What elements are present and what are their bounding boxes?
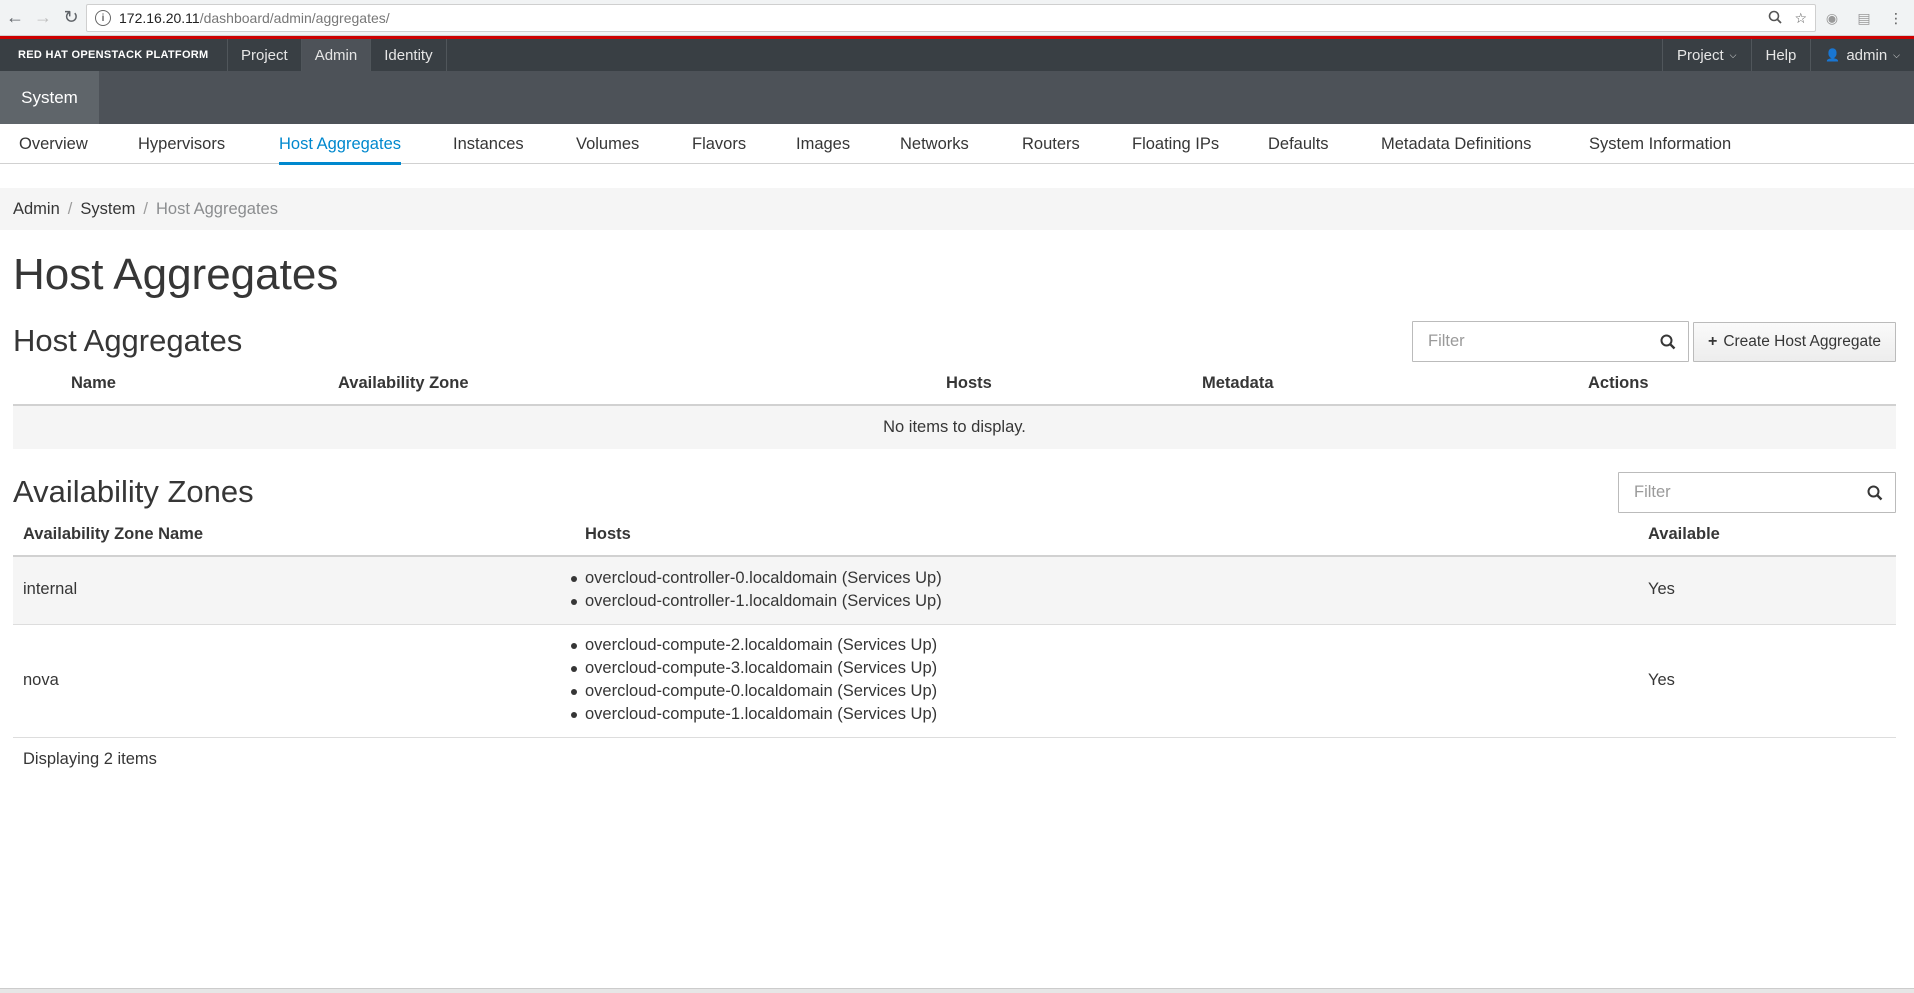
breadcrumb-system[interactable]: System: [80, 200, 135, 219]
tab-hypervisors[interactable]: Hypervisors: [138, 124, 225, 164]
tab-instances[interactable]: Instances: [453, 124, 524, 164]
brand-logo[interactable]: RED HAT OPENSTACK PLATFORM: [0, 39, 228, 71]
tab-bar: Overview Hypervisors Host Aggregates Ins…: [0, 124, 1914, 165]
tab-metadata-definitions[interactable]: Metadata Definitions: [1381, 124, 1531, 164]
extension-icon[interactable]: ▤: [1854, 8, 1874, 28]
tab-defaults[interactable]: Defaults: [1268, 124, 1329, 164]
zone-name: nova: [23, 671, 59, 689]
table-row: internal overcloud-controller-0.localdom…: [13, 557, 1896, 625]
site-info-icon[interactable]: i: [95, 10, 111, 26]
list-item: overcloud-compute-1.localdomain (Service…: [570, 703, 937, 726]
empty-table-message: No items to display.: [13, 406, 1896, 449]
column-header-hosts[interactable]: Hosts: [585, 525, 631, 544]
plus-icon: +: [1707, 333, 1718, 350]
bookmark-star-icon[interactable]: ☆: [1794, 10, 1807, 27]
column-header-zone-name[interactable]: Availability Zone Name: [23, 525, 203, 544]
reload-icon[interactable]: ↻: [58, 5, 84, 31]
column-header-actions: Actions: [1588, 374, 1649, 392]
breadcrumb-current: Host Aggregates: [155, 199, 278, 218]
aggregates-section-title: Host Aggregates: [13, 323, 243, 358]
topnav-project[interactable]: Project: [228, 39, 302, 71]
list-item: overcloud-compute-0.localdomain (Service…: [570, 680, 937, 703]
address-bar[interactable]: i 172.16.20.11 /dashboard/admin/aggregat…: [86, 4, 1816, 32]
column-header-available[interactable]: Available: [1648, 525, 1720, 544]
forward-arrow-icon[interactable]: →: [30, 5, 56, 31]
list-item: overcloud-controller-0.localdomain (Serv…: [571, 567, 942, 590]
aggregates-filter-input[interactable]: [1413, 322, 1648, 361]
help-link[interactable]: Help: [1750, 39, 1811, 71]
user-name: admin: [1846, 46, 1888, 64]
browser-toolbar: ← → ↻ i 172.16.20.11 /dashboard/admin/ag…: [0, 0, 1914, 36]
list-item: overcloud-compute-2.localdomain (Service…: [570, 634, 937, 657]
top-navbar: RED HAT OPENSTACK PLATFORM Project Admin…: [0, 36, 1914, 71]
aggregates-table-header: Name Availability Zone Hosts Metadata Ac…: [13, 362, 1896, 406]
create-host-aggregate-label: Create Host Aggregate: [1723, 333, 1882, 350]
table-row: nova overcloud-compute-2.localdomain (Se…: [13, 625, 1896, 738]
chevron-down-icon: ⌵: [1893, 49, 1900, 60]
aggregates-filter: [1412, 321, 1689, 362]
tab-host-aggregates[interactable]: Host Aggregates: [279, 124, 401, 165]
column-header-name[interactable]: Name: [71, 374, 116, 393]
url-host: 172.16.20.11: [119, 10, 200, 26]
tab-floating-ips[interactable]: Floating IPs: [1132, 124, 1219, 164]
tab-overview[interactable]: Overview: [19, 124, 88, 164]
tab-routers[interactable]: Routers: [1022, 124, 1080, 164]
tab-flavors[interactable]: Flavors: [692, 124, 746, 164]
column-header-metadata[interactable]: Metadata: [1202, 374, 1274, 393]
zones-section-title: Availability Zones: [13, 474, 254, 509]
extension-icon[interactable]: ◉: [1822, 8, 1842, 28]
tab-volumes[interactable]: Volumes: [576, 124, 639, 164]
list-item: overcloud-controller-1.localdomain (Serv…: [571, 590, 942, 613]
horizontal-scrollbar[interactable]: [0, 988, 1914, 993]
breadcrumb-separator: /: [67, 199, 73, 218]
tab-images[interactable]: Images: [796, 124, 850, 164]
column-header-hosts[interactable]: Hosts: [946, 374, 992, 393]
breadcrumb: Admin / System / Host Aggregates: [0, 188, 1914, 230]
breadcrumb-admin[interactable]: Admin: [13, 200, 60, 219]
search-icon[interactable]: [1855, 473, 1895, 512]
column-header-availability-zone[interactable]: Availability Zone: [338, 374, 469, 393]
host-list: overcloud-compute-2.localdomain (Service…: [570, 634, 937, 726]
zone-name: internal: [23, 580, 78, 598]
project-dropdown[interactable]: Project ⌵: [1661, 39, 1751, 71]
chevron-down-icon: ⌵: [1729, 49, 1737, 60]
item-count: Displaying 2 items: [23, 750, 157, 768]
zone-available: Yes: [1648, 671, 1675, 689]
url-path: /dashboard/admin/aggregates/: [199, 10, 390, 26]
zones-table-header: Availability Zone Name Hosts Available: [13, 513, 1896, 557]
project-dropdown-label: Project: [1676, 46, 1724, 64]
tab-networks[interactable]: Networks: [900, 124, 969, 164]
zones-filter-input[interactable]: [1619, 473, 1855, 512]
tab-system-information[interactable]: System Information: [1589, 124, 1731, 164]
top-nav-right: Project ⌵ Help 👤 admin ⌵: [1661, 39, 1914, 71]
back-arrow-icon[interactable]: ←: [2, 5, 28, 31]
list-item: overcloud-compute-3.localdomain (Service…: [570, 657, 937, 680]
user-icon: 👤: [1825, 48, 1841, 62]
page-title: Host Aggregates: [13, 250, 339, 299]
topnav-identity[interactable]: Identity: [371, 39, 447, 71]
host-list: overcloud-controller-0.localdomain (Serv…: [571, 567, 942, 613]
topnav-admin[interactable]: Admin: [301, 39, 372, 71]
breadcrumb-separator: /: [143, 199, 148, 218]
zone-available: Yes: [1648, 580, 1675, 598]
zones-filter: [1618, 472, 1896, 513]
top-nav-menu: Project Admin Identity: [228, 39, 447, 71]
browser-menu-icon[interactable]: ⋮: [1886, 8, 1906, 28]
secondary-navbar: System: [0, 71, 1914, 124]
user-dropdown[interactable]: 👤 admin ⌵: [1810, 39, 1914, 71]
subnav-system[interactable]: System: [0, 71, 99, 124]
search-icon[interactable]: [1648, 322, 1688, 361]
create-host-aggregate-button[interactable]: + Create Host Aggregate: [1693, 322, 1896, 362]
zoom-icon[interactable]: [1768, 10, 1783, 27]
